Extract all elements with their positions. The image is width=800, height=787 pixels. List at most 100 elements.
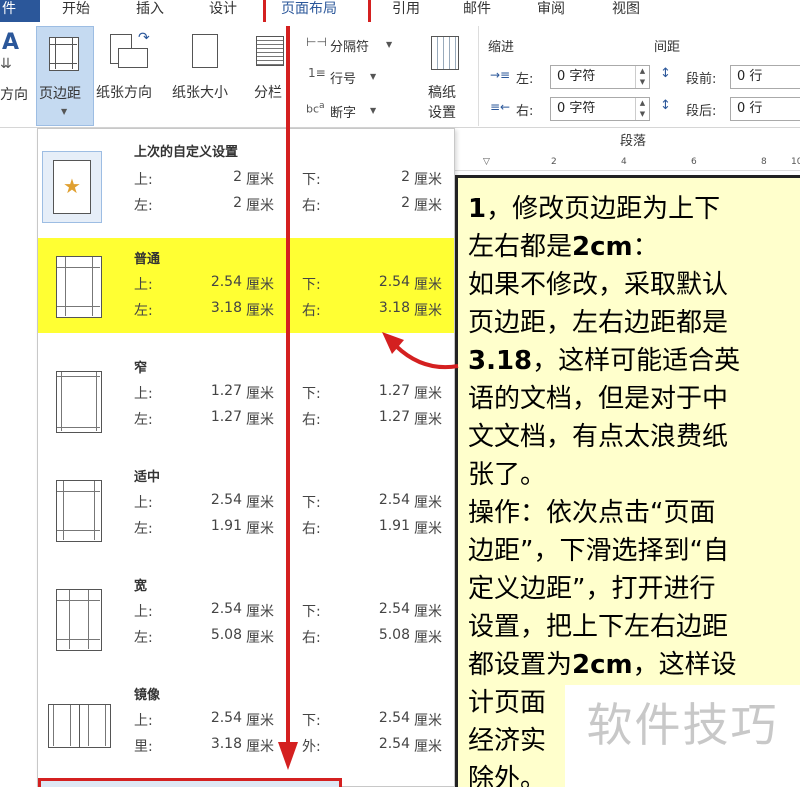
margin-bottom-unit: 厘米: [414, 495, 442, 511]
margin-top-unit: 厘米: [246, 604, 274, 620]
margin-top-value: 2.54: [210, 601, 242, 617]
margin-top-unit: 厘米: [246, 495, 274, 511]
margin-right-unit: 厘米: [414, 630, 442, 646]
callout-text: ，这样设: [632, 650, 737, 680]
margin-option-moderate[interactable]: 适中 上: 2.54 厘米 下: 2.54 厘米 左: 1.91 厘米 右: 1…: [38, 460, 454, 560]
callout-line: 张了。: [468, 460, 547, 490]
indent-left-value: 0 字符: [557, 69, 596, 84]
ruler-tick-4: 4: [621, 157, 627, 167]
margin-right-value: 5.08: [378, 627, 410, 643]
margin-outside-value: 2.54: [378, 736, 410, 752]
margin-option-mirrored[interactable]: 镜像 上: 2.54 厘米 下: 2.54 厘米 里: 3.18 厘米 外: 2…: [38, 678, 454, 778]
draft-paper-icon: [431, 36, 459, 70]
word-window: 件 开始 插入 设计 页面布局 引用 邮件 审阅 视图 A ⇊ 方向 页边距 ▼: [0, 0, 800, 787]
callout-text: 都设置为: [468, 650, 573, 680]
hyphenation-button[interactable]: 断字: [330, 102, 356, 121]
margin-left-unit: 厘米: [246, 521, 274, 537]
margin-left-unit: 厘米: [246, 198, 274, 214]
text-direction-button[interactable]: A ⇊ 方向: [0, 22, 34, 126]
indent-right-icon: ≡←: [490, 100, 511, 114]
margin-right-unit: 厘米: [414, 412, 442, 428]
margin-top-label: 上:: [134, 495, 153, 511]
red-highlight-box-custom-margins: [38, 778, 342, 787]
tab-mailings[interactable]: 邮件: [463, 0, 491, 22]
last-custom-thumbnail-icon: ★: [42, 151, 102, 223]
spacing-header: 间距: [654, 40, 681, 55]
columns-icon: [256, 36, 284, 66]
callout-line: 页边距，左右边距都是: [468, 308, 729, 338]
callout-line: 1，修改页边距为上下: [468, 190, 794, 228]
margin-top-unit: 厘米: [246, 386, 274, 402]
callout-text-bold: 3.18: [468, 346, 533, 376]
tab-design[interactable]: 设计: [209, 0, 237, 22]
text-direction-label: 方向: [0, 87, 28, 103]
margin-option-last-custom[interactable]: ★ 上次的自定义设置 上: 2 厘米 下: 2 厘米 左: 2 厘米 右: 2 …: [38, 133, 454, 233]
margin-bottom-value: 2: [401, 169, 410, 185]
ruler-indent-marker-icon: ▽: [483, 157, 490, 167]
columns-button[interactable]: 分栏: [250, 22, 290, 126]
indent-right-spinner-icon[interactable]: ▲ ▼: [635, 98, 649, 120]
orientation-button[interactable]: ↷ 纸张方向: [96, 22, 166, 126]
margin-option-wide[interactable]: 宽 上: 2.54 厘米 下: 2.54 厘米 左: 5.08 厘米 右: 5.…: [38, 569, 454, 669]
margin-left-value: 1.91: [210, 518, 242, 534]
callout-line: 定义边距”，打开进行: [468, 574, 716, 604]
margin-outside-unit: 厘米: [414, 739, 442, 755]
orientation-label: 纸张方向: [96, 85, 152, 101]
draft-paper-label-2: 设置: [428, 105, 456, 121]
margin-right-unit: 厘米: [414, 521, 442, 537]
size-button[interactable]: 纸张大小: [170, 22, 242, 126]
callout-text: 左右都是: [468, 232, 573, 262]
margin-bottom-label: 下:: [302, 386, 321, 402]
mirrored-thumbnail-icon: [48, 704, 112, 748]
space-after-input[interactable]: 0 行: [730, 97, 800, 121]
watermark: 软件技巧: [565, 685, 800, 787]
ruler-tick-8: 8: [761, 157, 767, 167]
tab-home[interactable]: 开始: [62, 0, 90, 22]
tab-insert[interactable]: 插入: [136, 0, 164, 22]
indent-left-input[interactable]: 0 字符 ▲ ▼: [550, 65, 650, 89]
margin-bottom-label: 下:: [302, 713, 321, 729]
margins-button[interactable]: 页边距 ▼: [36, 26, 94, 126]
line-numbers-button[interactable]: 行号: [330, 68, 356, 87]
margin-inside-value: 3.18: [210, 736, 242, 752]
orientation-landscape-icon: [118, 48, 148, 68]
tab-review[interactable]: 审阅: [537, 0, 565, 22]
ruler-tick-10: 10: [791, 157, 800, 167]
ruler-tick-2: 2: [551, 157, 557, 167]
indent-left-spinner-icon[interactable]: ▲ ▼: [635, 66, 649, 88]
margin-right-value: 1.27: [378, 409, 410, 425]
breaks-dropdown-icon: ▼: [386, 40, 393, 49]
tab-file[interactable]: 件: [0, 0, 40, 22]
callout-line: 语的文档，但是对于中: [468, 384, 729, 414]
margin-right-value: 2: [401, 195, 410, 211]
callout-line: 边距”，下滑选择到“自: [468, 536, 729, 566]
size-label: 纸张大小: [172, 85, 228, 101]
margins-label: 页边距: [39, 86, 81, 102]
moderate-thumbnail-icon: [56, 480, 102, 542]
columns-label: 分栏: [254, 85, 282, 101]
space-before-input[interactable]: 0 行: [730, 65, 800, 89]
margin-top-label: 上:: [134, 386, 153, 402]
callout-line: 文文档，有点太浪费纸: [468, 422, 729, 452]
callout-line: 都设置为2cm，这样设: [468, 646, 794, 684]
horizontal-ruler[interactable]: ▽ 2 4 6 8 10: [455, 155, 800, 171]
draft-paper-button[interactable]: 稿纸 设置: [422, 22, 470, 126]
margin-inside-unit: 厘米: [246, 739, 274, 755]
down-arrows-icon: ⇊: [0, 56, 12, 72]
space-before-label: 段前:: [686, 72, 717, 87]
paragraph-group-label: 段落: [620, 134, 647, 149]
margin-option-title: 上次的自定义设置: [134, 145, 239, 160]
margin-left-label: 左:: [134, 630, 153, 646]
text-direction-icon: A: [2, 30, 20, 55]
margin-bottom-unit: 厘米: [414, 713, 442, 729]
tab-view[interactable]: 视图: [612, 0, 640, 22]
callout-line: 左右都是2cm：: [468, 228, 794, 266]
tab-references[interactable]: 引用: [392, 0, 420, 22]
indent-right-input[interactable]: 0 字符 ▲ ▼: [550, 97, 650, 121]
margin-left-unit: 厘米: [246, 630, 274, 646]
ribbon-divider: [478, 26, 479, 126]
ribbon-page-setup: A ⇊ 方向 页边距 ▼ ↷ 纸张方向 纸张大小 分栏 ⊢⊣ 分隔符 ▼ 1≡ …: [0, 22, 800, 149]
margin-outside-label: 外:: [302, 739, 321, 755]
breaks-button[interactable]: 分隔符: [330, 36, 369, 55]
indent-left-icon: →≡: [490, 68, 511, 82]
